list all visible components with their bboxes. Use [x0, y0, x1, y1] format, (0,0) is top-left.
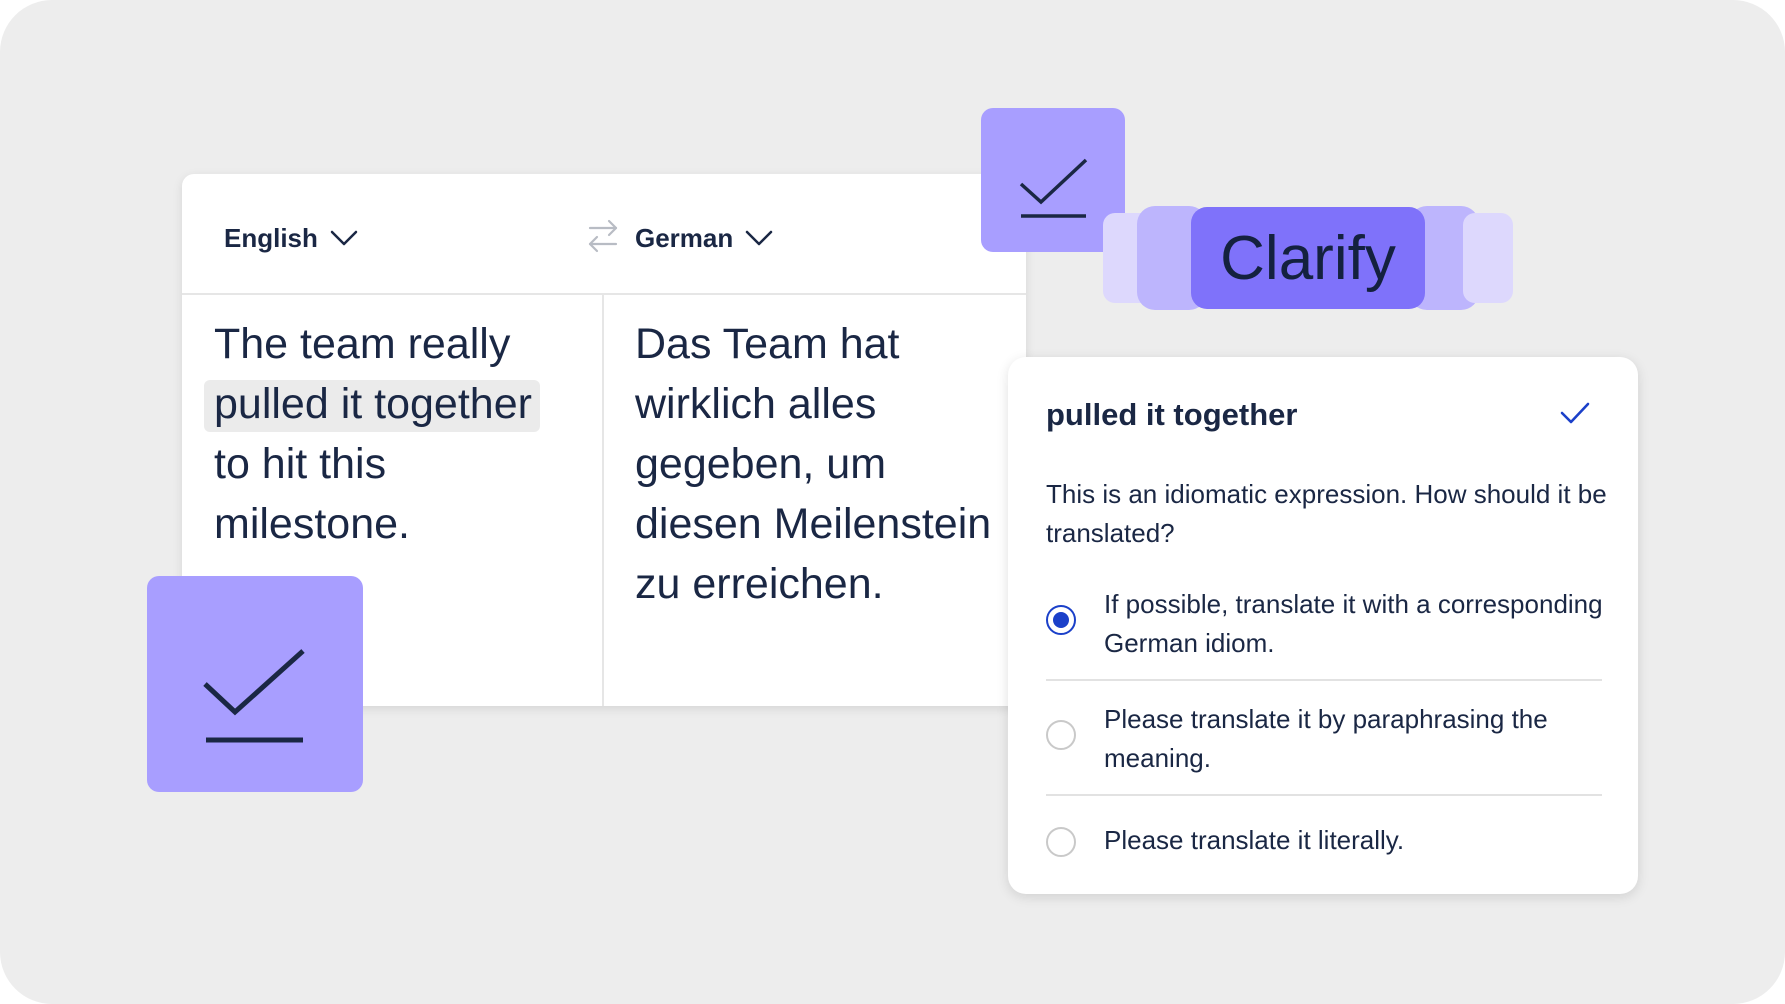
- clarify-button-group: Clarify: [1103, 206, 1513, 310]
- source-text-end: to hit this milestone.: [214, 440, 410, 548]
- source-text-pane[interactable]: The team really pulled it together to hi…: [204, 314, 584, 554]
- checkmark-icon[interactable]: [1560, 401, 1590, 425]
- chevron-down-icon: [330, 229, 358, 247]
- target-language-selector[interactable]: German: [635, 216, 773, 260]
- source-language-label: English: [224, 222, 318, 253]
- option-divider: [1046, 679, 1602, 681]
- language-bar: English German: [182, 174, 1026, 295]
- highlighted-phrase[interactable]: pulled it together: [204, 380, 540, 432]
- radio-button-selected[interactable]: [1046, 605, 1076, 635]
- pane-divider: [602, 295, 604, 706]
- radio-button[interactable]: [1046, 827, 1076, 857]
- target-text-pane[interactable]: Das Team hat wirklich alles gegeben, um …: [635, 314, 1005, 614]
- option-literal[interactable]: Please translate it literally.: [1046, 821, 1602, 863]
- source-language-selector[interactable]: English: [224, 216, 358, 260]
- clarify-button[interactable]: Clarify: [1191, 207, 1425, 309]
- popup-title: pulled it together: [1046, 397, 1298, 432]
- chevron-down-icon: [745, 229, 773, 247]
- option-idiom[interactable]: If possible, translate it with a corresp…: [1046, 585, 1603, 665]
- target-language-label: German: [635, 222, 734, 253]
- radio-button[interactable]: [1046, 720, 1076, 750]
- swap-arrows-icon[interactable]: [586, 218, 620, 254]
- source-text-start: The team really: [214, 320, 511, 368]
- option-label: Please translate it by paraphrasing the …: [1104, 704, 1548, 773]
- option-paraphrase[interactable]: Please translate it by paraphrasing the …: [1046, 700, 1602, 780]
- option-label: If possible, translate it with a corresp…: [1104, 589, 1603, 658]
- popup-question: This is an idiomatic expression. How sho…: [1046, 479, 1607, 548]
- check-accept-icon: [147, 576, 363, 792]
- canvas-background: English German The team really pulled it…: [0, 0, 1785, 1004]
- clarify-popup: pulled it together This is an idiomatic …: [1008, 357, 1638, 894]
- option-divider: [1046, 794, 1602, 796]
- option-label: Please translate it literally.: [1104, 825, 1405, 855]
